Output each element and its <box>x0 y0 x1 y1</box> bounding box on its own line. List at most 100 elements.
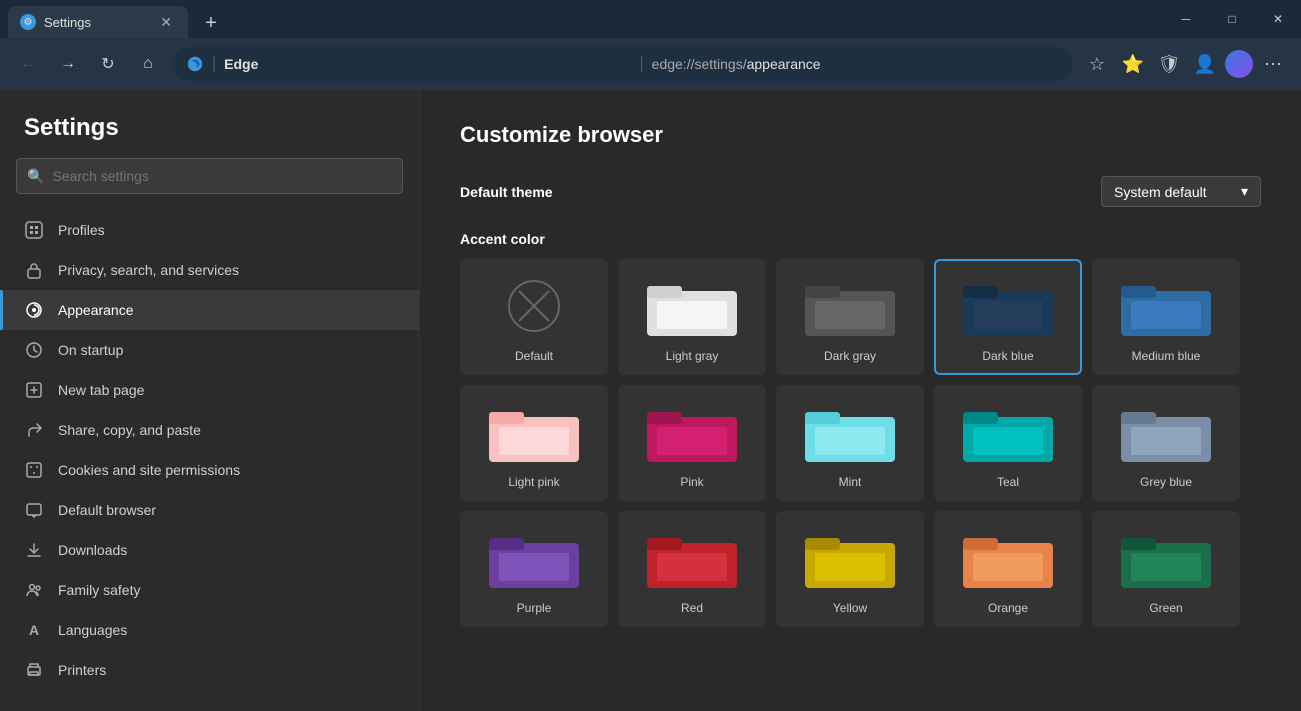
address-divider: | <box>212 55 216 73</box>
settings-tab[interactable]: ⚙ Settings ✕ <box>8 6 188 38</box>
sidebar-item-newtab[interactable]: New tab page <box>0 370 419 410</box>
sidebar-item-cookies-label: Cookies and site permissions <box>58 462 240 478</box>
theme-tile-red[interactable]: Red <box>618 511 766 627</box>
window-controls: ─ □ ✕ <box>1163 0 1301 38</box>
minimize-button[interactable]: ─ <box>1163 0 1209 38</box>
sidebar-item-startup-label: On startup <box>58 342 123 358</box>
search-icon: 🔍 <box>27 168 44 185</box>
theme-label-teal: Teal <box>997 475 1019 489</box>
sidebar-item-family-label: Family safety <box>58 582 140 598</box>
sidebar-item-cookies[interactable]: Cookies and site permissions <box>0 450 419 490</box>
theme-label-light-pink: Light pink <box>508 475 559 489</box>
sidebar-item-printers-label: Printers <box>58 662 106 678</box>
theme-preview-purple <box>484 523 584 593</box>
theme-preview-mint <box>800 397 900 467</box>
downloads-icon <box>24 540 44 560</box>
main-layout: Settings 🔍 Profiles Privacy, search, and… <box>0 90 1301 711</box>
theme-tile-light-gray[interactable]: Light gray <box>618 259 766 375</box>
theme-tile-dark-gray[interactable]: Dark gray <box>776 259 924 375</box>
sidebar-item-family[interactable]: Family safety <box>0 570 419 610</box>
profile-avatar[interactable] <box>1225 50 1253 78</box>
tab-icon: ⚙ <box>20 14 36 30</box>
chevron-down-icon: ▾ <box>1241 183 1248 200</box>
theme-preview-dark-blue <box>958 271 1058 341</box>
collections-icon[interactable]: ⭐ <box>1117 48 1149 80</box>
sidebar-item-privacy-label: Privacy, search, and services <box>58 262 239 278</box>
theme-tile-grey-blue[interactable]: Grey blue <box>1092 385 1240 501</box>
theme-preview-light-pink <box>484 397 584 467</box>
sidebar-item-downloads[interactable]: Downloads <box>0 530 419 570</box>
search-input[interactable] <box>52 168 392 184</box>
sidebar-item-share[interactable]: Share, copy, and paste <box>0 410 419 450</box>
accent-color-label: Accent color <box>460 231 1261 247</box>
forward-button[interactable]: → <box>52 48 84 80</box>
theme-tile-pink[interactable]: Pink <box>618 385 766 501</box>
theme-preview-yellow <box>800 523 900 593</box>
cookies-icon <box>24 460 44 480</box>
browser-name: Edge <box>224 56 631 72</box>
sidebar-item-profiles[interactable]: Profiles <box>0 210 419 250</box>
default-theme-row: Default theme System default ▾ <box>460 176 1261 207</box>
sidebar-item-languages[interactable]: A Languages <box>0 610 419 650</box>
url-display[interactable]: edge://settings/appearance <box>652 56 1059 72</box>
theme-tile-light-pink[interactable]: Light pink <box>460 385 608 501</box>
new-tab-button[interactable]: + <box>196 8 226 38</box>
theme-tile-teal[interactable]: Teal <box>934 385 1082 501</box>
theme-preview-green <box>1116 523 1216 593</box>
toolbar-icons: ☆ ⭐ 🛡 👤 ⋯ <box>1081 48 1289 80</box>
sidebar-item-printers[interactable]: Printers <box>0 650 419 690</box>
theme-tile-mint[interactable]: Mint <box>776 385 924 501</box>
theme-label-mint: Mint <box>839 475 862 489</box>
theme-tile-yellow[interactable]: Yellow <box>776 511 924 627</box>
theme-label-light-gray: Light gray <box>666 349 719 363</box>
theme-tile-green[interactable]: Green <box>1092 511 1240 627</box>
favorites-icon[interactable]: ☆ <box>1081 48 1113 80</box>
address-input-wrap[interactable]: | Edge | edge://settings/appearance <box>172 47 1073 81</box>
content-area: Customize browser Default theme System d… <box>420 90 1301 711</box>
privacy-icon <box>24 260 44 280</box>
sidebar-item-profiles-label: Profiles <box>58 222 105 238</box>
newtab-icon <box>24 380 44 400</box>
theme-tile-default[interactable]: Default <box>460 259 608 375</box>
sidebar-item-startup[interactable]: On startup <box>0 330 419 370</box>
theme-label-orange: Orange <box>988 601 1028 615</box>
sidebar-item-appearance-label: Appearance <box>58 302 134 318</box>
tab-area: ⚙ Settings ✕ + <box>0 0 226 38</box>
theme-preview-light-gray <box>642 271 742 341</box>
family-icon <box>24 580 44 600</box>
theme-label-medium-blue: Medium blue <box>1132 349 1201 363</box>
sidebar-item-downloads-label: Downloads <box>58 542 127 558</box>
theme-tile-purple[interactable]: Purple <box>460 511 608 627</box>
edge-logo-icon <box>186 55 204 73</box>
share-icon[interactable]: 👤 <box>1189 48 1221 80</box>
profiles-icon <box>24 220 44 240</box>
browser-essentials-icon[interactable]: 🛡 <box>1153 48 1185 80</box>
sidebar-item-defaultbrowser[interactable]: Default browser <box>0 490 419 530</box>
theme-preview-medium-blue <box>1116 271 1216 341</box>
theme-dropdown[interactable]: System default ▾ <box>1101 176 1261 207</box>
close-button[interactable]: ✕ <box>1255 0 1301 38</box>
theme-preview-grey-blue <box>1116 397 1216 467</box>
sidebar-item-privacy[interactable]: Privacy, search, and services <box>0 250 419 290</box>
settings-more-icon[interactable]: ⋯ <box>1257 48 1289 80</box>
sidebar-item-appearance[interactable]: Appearance <box>0 290 419 330</box>
refresh-button[interactable]: ↻ <box>92 48 124 80</box>
sidebar-item-defaultbrowser-label: Default browser <box>58 502 156 518</box>
printers-icon <box>24 660 44 680</box>
theme-preview-teal <box>958 397 1058 467</box>
startup-icon <box>24 340 44 360</box>
defaultbrowser-icon <box>24 500 44 520</box>
theme-tile-orange[interactable]: Orange <box>934 511 1082 627</box>
theme-tile-dark-blue[interactable]: Dark blue <box>934 259 1082 375</box>
tab-close-button[interactable]: ✕ <box>156 12 176 33</box>
home-button[interactable]: ⌂ <box>132 48 164 80</box>
sidebar-title: Settings <box>0 114 419 158</box>
back-button[interactable]: ← <box>12 48 44 80</box>
title-bar: ⚙ Settings ✕ + ─ □ ✕ <box>0 0 1301 38</box>
search-box[interactable]: 🔍 <box>16 158 403 194</box>
sidebar-item-share-label: Share, copy, and paste <box>58 422 201 438</box>
restore-button[interactable]: □ <box>1209 0 1255 38</box>
sidebar-item-languages-label: Languages <box>58 622 127 638</box>
theme-tile-medium-blue[interactable]: Medium blue <box>1092 259 1240 375</box>
url-divider: | <box>640 55 644 73</box>
